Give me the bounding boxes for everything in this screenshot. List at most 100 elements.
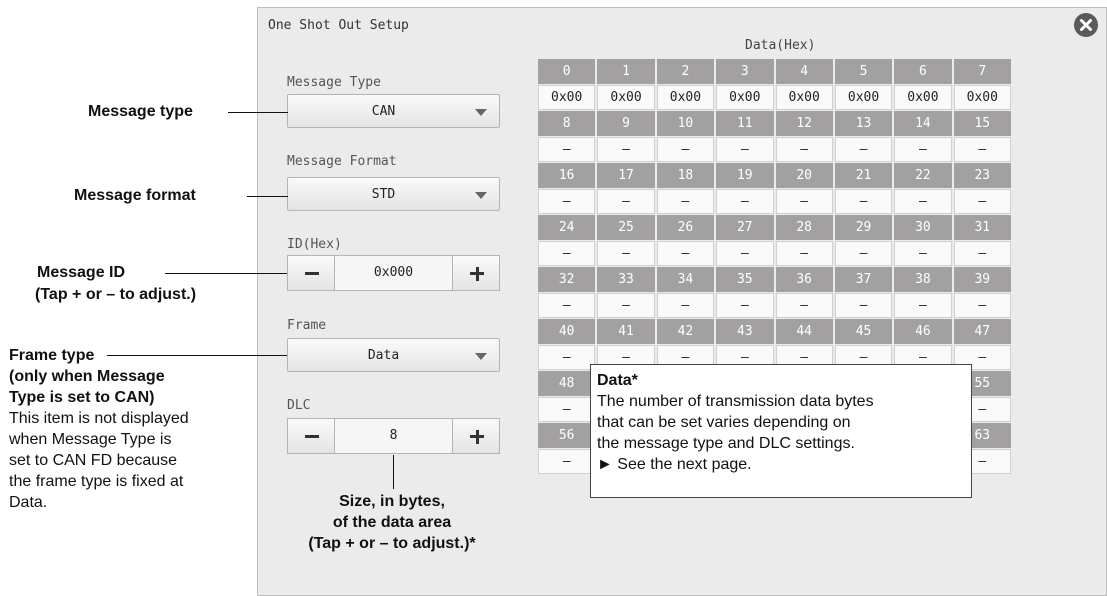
- data-byte-value[interactable]: –: [538, 397, 596, 422]
- annotation-dlc: Size, in bytes,: [339, 493, 445, 510]
- data-byte-value[interactable]: –: [953, 241, 1011, 266]
- data-byte-value[interactable]: –: [597, 137, 655, 162]
- data-byte-value[interactable]: 0x00: [597, 85, 655, 110]
- data-byte-value[interactable]: –: [597, 241, 655, 266]
- data-byte-index: 21: [834, 163, 893, 188]
- data-byte-value[interactable]: 0x00: [894, 85, 952, 110]
- annotation-frame-note: when Message Type is: [9, 431, 172, 448]
- dlc-stepper: 8: [287, 418, 500, 454]
- data-byte-index: 48: [538, 371, 596, 396]
- data-byte-value[interactable]: –: [656, 189, 715, 214]
- data-byte-value[interactable]: –: [716, 241, 774, 266]
- data-byte-value[interactable]: –: [775, 137, 833, 162]
- data-byte-value[interactable]: –: [538, 449, 596, 474]
- data-byte-index: 44: [775, 319, 833, 344]
- data-byte-value[interactable]: –: [834, 241, 893, 266]
- data-byte-index: 37: [834, 267, 893, 292]
- id-stepper: 0x000: [287, 255, 500, 291]
- data-byte-value[interactable]: –: [834, 293, 893, 318]
- data-byte-value[interactable]: –: [894, 293, 952, 318]
- callout-line: ► See the next page.: [597, 456, 752, 473]
- annotation-frame-note: Data.: [9, 494, 48, 511]
- data-byte-value[interactable]: –: [656, 137, 715, 162]
- annotation-message-id-note: (Tap + or – to adjust.): [35, 286, 197, 303]
- data-byte-value[interactable]: –: [834, 189, 893, 214]
- data-byte-value[interactable]: –: [953, 293, 1011, 318]
- dlc-label: DLC: [287, 398, 311, 413]
- dlc-decrement-button[interactable]: [287, 418, 335, 454]
- annotation-frame-type: Frame type: [9, 347, 95, 364]
- message-format-dropdown[interactable]: STD: [287, 177, 500, 211]
- annotation-frame-type-2: (only when Message: [9, 368, 165, 385]
- data-byte-index: 40: [538, 319, 596, 344]
- annotation-message-type: Message type: [88, 103, 193, 120]
- data-byte-index: 4: [775, 59, 833, 84]
- data-byte-value[interactable]: –: [656, 293, 715, 318]
- data-byte-value[interactable]: –: [953, 189, 1011, 214]
- data-byte-index: 10: [656, 111, 715, 136]
- data-byte-index: 35: [716, 267, 774, 292]
- data-byte-value[interactable]: –: [834, 137, 893, 162]
- data-byte-value[interactable]: –: [538, 345, 596, 370]
- close-icon[interactable]: [1073, 12, 1099, 38]
- data-byte-value[interactable]: 0x00: [538, 85, 596, 110]
- data-byte-index: 2: [656, 59, 715, 84]
- data-byte-value[interactable]: 0x00: [656, 85, 715, 110]
- data-byte-value[interactable]: 0x00: [834, 85, 893, 110]
- data-byte-index: 9: [597, 111, 655, 136]
- data-byte-value[interactable]: –: [716, 137, 774, 162]
- dialog-title: One Shot Out Setup: [268, 18, 409, 33]
- data-byte-value[interactable]: –: [894, 137, 952, 162]
- annotation-message-id: Message ID: [37, 264, 126, 281]
- annotation-message-format: Message format: [74, 187, 196, 204]
- id-increment-button[interactable]: [452, 255, 500, 291]
- data-byte-value[interactable]: –: [597, 189, 655, 214]
- frame-dropdown[interactable]: Data: [287, 338, 500, 372]
- data-byte-value[interactable]: –: [538, 137, 596, 162]
- dlc-value[interactable]: 8: [335, 418, 452, 454]
- message-format-value: STD: [371, 187, 396, 202]
- data-byte-index: 5: [834, 59, 893, 84]
- data-byte-value[interactable]: –: [538, 293, 596, 318]
- data-byte-index: 14: [894, 111, 952, 136]
- id-decrement-button[interactable]: [287, 255, 335, 291]
- data-byte-index: 20: [775, 163, 833, 188]
- data-byte-index: 33: [597, 267, 655, 292]
- id-value[interactable]: 0x000: [335, 255, 452, 291]
- minus-icon: [305, 435, 319, 438]
- data-byte-value[interactable]: –: [953, 137, 1011, 162]
- data-byte-index: 47: [953, 319, 1011, 344]
- message-format-label: Message Format: [287, 154, 397, 169]
- data-byte-value[interactable]: –: [775, 189, 833, 214]
- data-byte-index: 11: [716, 111, 774, 136]
- data-byte-value[interactable]: –: [775, 241, 833, 266]
- data-byte-value[interactable]: –: [538, 241, 596, 266]
- data-callout: Data* The number of transmission data by…: [590, 364, 972, 498]
- message-type-dropdown[interactable]: CAN: [287, 94, 500, 128]
- data-byte-value[interactable]: –: [894, 189, 952, 214]
- data-byte-value[interactable]: 0x00: [716, 85, 774, 110]
- data-byte-index: 24: [538, 215, 596, 240]
- data-byte-value[interactable]: –: [656, 241, 715, 266]
- leader-line: [165, 273, 287, 274]
- data-byte-index: 26: [656, 215, 715, 240]
- frame-value: Data: [367, 348, 400, 363]
- data-byte-value[interactable]: 0x00: [775, 85, 833, 110]
- data-byte-value[interactable]: –: [597, 293, 655, 318]
- leader-line: [107, 355, 287, 356]
- data-byte-index: 30: [894, 215, 952, 240]
- dlc-increment-button[interactable]: [452, 418, 500, 454]
- data-byte-index: 17: [597, 163, 655, 188]
- data-byte-value[interactable]: –: [894, 241, 952, 266]
- data-byte-value[interactable]: 0x00: [953, 85, 1011, 110]
- data-byte-index: 28: [775, 215, 833, 240]
- data-byte-value[interactable]: –: [716, 293, 774, 318]
- data-byte-value[interactable]: –: [775, 293, 833, 318]
- data-byte-value[interactable]: –: [538, 189, 596, 214]
- data-table-title: Data(Hex): [745, 38, 816, 53]
- message-type-label: Message Type: [287, 75, 381, 90]
- data-byte-index: 29: [834, 215, 893, 240]
- leader-line: [393, 455, 394, 489]
- data-byte-value[interactable]: –: [716, 189, 774, 214]
- annotation-dlc-2: of the data area: [332, 514, 452, 531]
